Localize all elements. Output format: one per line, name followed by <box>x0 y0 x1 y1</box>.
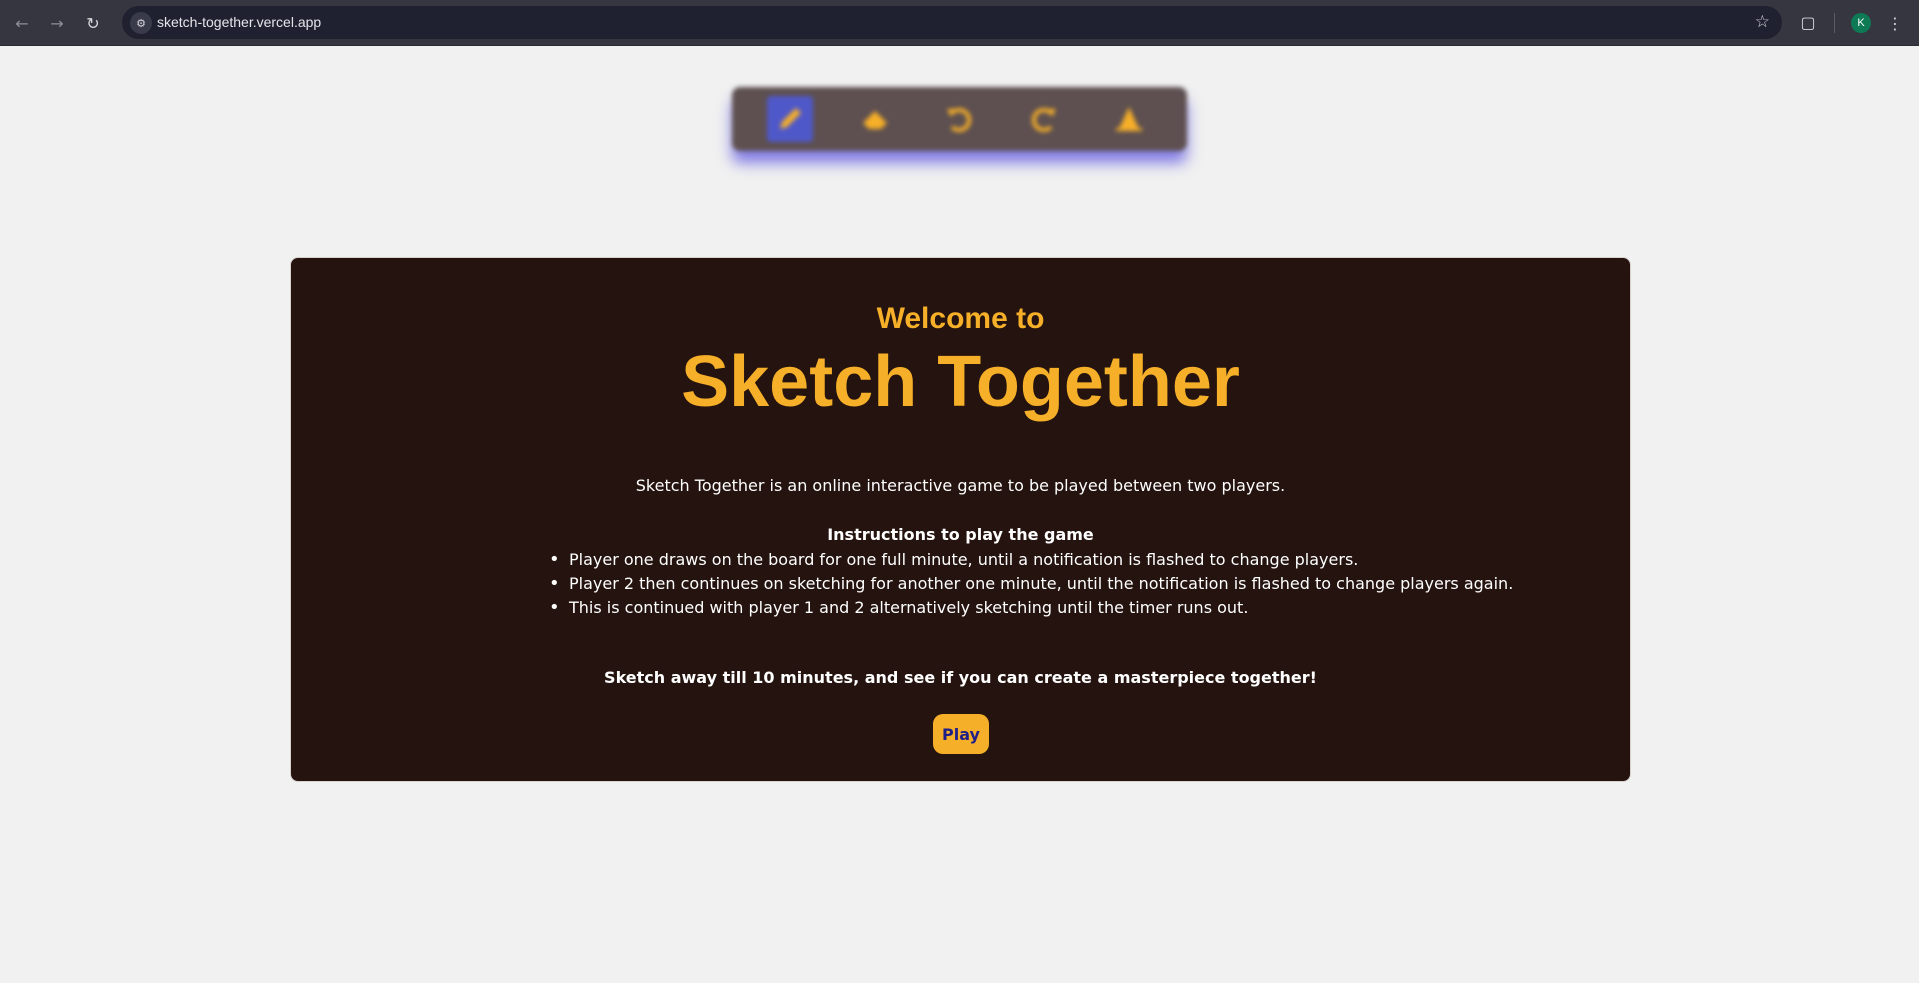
more-menu-icon[interactable]: ⋮ <box>1887 12 1903 34</box>
list-item: Player one draws on the board for one fu… <box>549 548 1513 572</box>
drawing-toolbar <box>732 87 1187 151</box>
cone-icon <box>1115 107 1142 131</box>
welcome-subtitle: Welcome to <box>876 302 1045 335</box>
forward-icon[interactable]: → <box>46 12 68 34</box>
welcome-card: Welcome to Sketch Together Sketch Togeth… <box>290 257 1631 782</box>
call-to-action-text: Sketch away till 10 minutes, and see if … <box>604 668 1317 687</box>
address-bar[interactable]: ⚙ sketch-together.vercel.app ☆ <box>122 6 1782 39</box>
undo-icon <box>947 108 972 132</box>
eraser-icon <box>862 111 887 129</box>
pencil-tool[interactable] <box>767 96 814 142</box>
profile-avatar[interactable]: K <box>1851 13 1871 33</box>
redo-icon <box>1031 108 1057 132</box>
undo-tool[interactable] <box>936 96 982 142</box>
toolbar-divider <box>1834 13 1835 33</box>
url-text[interactable]: sketch-together.vercel.app <box>157 14 321 30</box>
reload-icon[interactable]: ↻ <box>82 12 104 34</box>
clear-tool[interactable] <box>1106 96 1152 142</box>
list-item: Player 2 then continues on sketching for… <box>549 572 1513 596</box>
back-icon[interactable]: ← <box>11 12 33 34</box>
page-title: Sketch Together <box>681 342 1240 422</box>
redo-tool[interactable] <box>1021 96 1067 142</box>
bookmark-star-icon[interactable]: ☆ <box>1755 12 1770 32</box>
instructions-list: Player one draws on the board for one fu… <box>549 548 1513 620</box>
extensions-icon[interactable]: ▢ <box>1797 11 1819 33</box>
intro-text: Sketch Together is an online interactive… <box>635 476 1286 495</box>
eraser-tool[interactable] <box>852 96 898 142</box>
site-info-icon[interactable]: ⚙ <box>130 12 152 34</box>
pencil-icon <box>780 108 802 129</box>
browser-toolbar: ← → ↻ ⚙ sketch-together.vercel.app ☆ ▢ K… <box>0 0 1919 46</box>
play-button[interactable]: Play <box>933 714 989 754</box>
instructions-heading: Instructions to play the game <box>827 525 1094 544</box>
list-item: This is continued with player 1 and 2 al… <box>549 596 1513 620</box>
